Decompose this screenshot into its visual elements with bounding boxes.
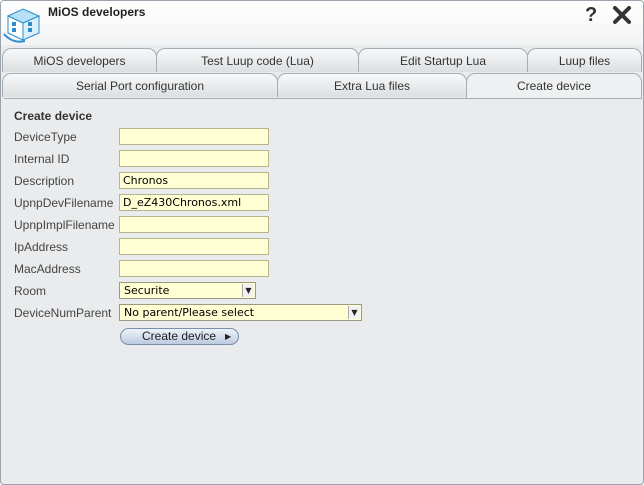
device-type-label: DeviceType	[14, 130, 77, 144]
dialog-window: MiOS developers ? MiOS developers Test L…	[0, 0, 644, 485]
room-select[interactable]: Securite ▼	[119, 282, 256, 299]
create-device-button[interactable]: Create device ▶	[120, 328, 239, 345]
upnp-dev-filename-input[interactable]: D_eZ430Chronos.xml	[119, 194, 269, 211]
tab-mios-developers[interactable]: MiOS developers	[2, 48, 157, 72]
mac-address-label: MacAddress	[14, 262, 81, 276]
device-num-parent-select[interactable]: No parent/Please select ▼	[119, 304, 362, 321]
mios-logo-icon	[3, 8, 41, 43]
mac-address-input[interactable]	[119, 260, 269, 277]
room-selected-value: Securite	[124, 284, 170, 297]
ip-address-input[interactable]	[119, 238, 269, 255]
internal-id-label: Internal ID	[14, 152, 70, 166]
upnp-impl-filename-input[interactable]	[119, 216, 269, 233]
window-title: MiOS developers	[48, 5, 146, 19]
upnp-dev-filename-label: UpnpDevFilename	[14, 196, 114, 210]
device-num-parent-label: DeviceNumParent	[14, 306, 112, 320]
question-mark-icon[interactable]: ?	[585, 4, 597, 27]
tab-serial-port-configuration[interactable]: Serial Port configuration	[2, 73, 278, 97]
tab-panel	[4, 98, 641, 482]
tab-test-luup-code[interactable]: Test Luup code (Lua)	[156, 48, 359, 72]
tab-luup-files[interactable]: Luup files	[527, 48, 642, 72]
device-type-input[interactable]	[119, 128, 269, 145]
titlebar: MiOS developers ?	[1, 1, 643, 45]
internal-id-input[interactable]	[119, 150, 269, 167]
tab-edit-startup-lua[interactable]: Edit Startup Lua	[358, 48, 528, 72]
chevron-right-icon: ▶	[225, 332, 232, 341]
tab-extra-lua-files[interactable]: Extra Lua files	[277, 73, 467, 97]
description-label: Description	[14, 174, 75, 188]
chevron-down-icon: ▼	[242, 284, 254, 297]
create-device-button-label: Create device	[142, 329, 217, 343]
description-input[interactable]: Chronos	[119, 172, 269, 189]
tab-create-device[interactable]: Create device	[466, 73, 642, 99]
room-label: Room	[14, 284, 47, 298]
upnp-impl-filename-label: UpnpImplFilename	[14, 218, 115, 232]
ip-address-label: IpAddress	[14, 240, 69, 254]
close-icon[interactable]	[611, 4, 633, 26]
parent-selected-value: No parent/Please select	[124, 306, 255, 319]
form-title: Create device	[14, 109, 93, 123]
chevron-down-icon: ▼	[348, 306, 360, 319]
